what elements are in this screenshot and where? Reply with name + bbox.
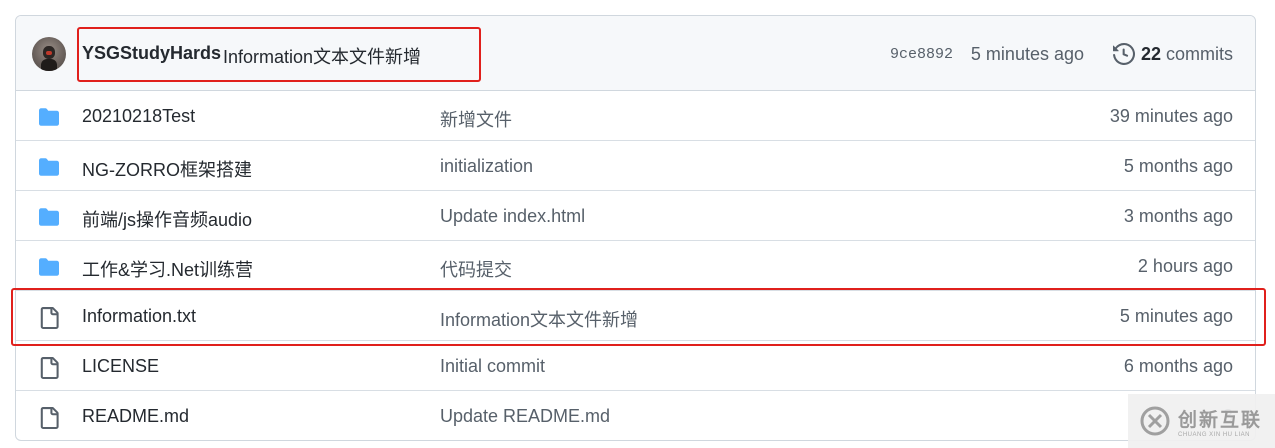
file-icon [38,407,60,434]
file-commit-time: 39 minutes ago [1109,106,1233,126]
file-name-link[interactable]: 20210218Test [82,106,195,127]
file-name-link[interactable]: NG-ZORRO框架搭建 [82,156,252,182]
commit-count: 22 [1140,43,1161,64]
file-commit-message-link[interactable]: Initial commit [440,356,545,377]
watermark-subtext: CHUANG XIN HU LIAN [1178,431,1251,438]
history-icon [1112,43,1135,65]
file-commit-time: 5 months ago [1123,156,1233,176]
file-row[interactable]: NG-ZORRO框架搭建 initialization 5 months ago [16,141,1255,191]
highlight-box-file [11,288,1266,346]
folder-icon [38,157,60,182]
folder-icon [38,257,60,282]
file-name-link[interactable]: 前端/js操作音频audio [82,206,252,232]
file-row[interactable]: 前端/js操作音频audio Update index.html 3 months … [16,191,1255,241]
file-commit-message-link[interactable]: 新增文件 [440,106,512,132]
watermark-text: 创新互联 [1178,409,1263,431]
commit-time: 5 minutes ago [970,44,1084,64]
file-commit-time: 2 hours ago [1137,256,1233,276]
highlight-box-commit [77,27,481,82]
commit-sha-link[interactable]: 9ce8892 [890,46,953,63]
folder-icon [38,107,60,132]
folder-icon [38,207,60,232]
watermark: 创新互联 CHUANG XIN HU LIAN [1128,394,1275,448]
commits-label: commits [1166,43,1233,64]
file-row[interactable]: LICENSE Initial commit 6 months ago [16,341,1255,391]
file-commit-message-link[interactable]: initialization [440,156,533,177]
watermark-logo-icon [1140,406,1170,436]
file-name-link[interactable]: LICENSE [82,356,159,377]
file-commit-message-link[interactable]: Update README.md [440,406,610,427]
file-list: 20210218Test 新增文件 39 minutes ago NG-ZORRO框架… [16,91,1255,440]
file-commit-message-link[interactable]: Update index.html [440,206,585,227]
file-row[interactable]: 20210218Test 新增文件 39 minutes ago [16,91,1255,141]
file-row[interactable]: 工作&学习.Net训练营 代码提交 2 hours ago [16,241,1255,291]
file-name-link[interactable]: 工作&学习.Net训练营 [82,256,253,282]
file-commit-time: 3 months ago [1123,206,1233,226]
commits-history-link[interactable]: 22 commits [1112,43,1233,65]
file-name-link[interactable]: README.md [82,406,189,427]
file-row[interactable]: README.mdUpdate README.md3 [16,391,1255,440]
file-icon [38,357,60,384]
file-commit-time: 6 months ago [1123,356,1233,376]
author-avatar[interactable] [32,37,66,71]
file-commit-message-link[interactable]: 代码提交 [440,256,512,282]
